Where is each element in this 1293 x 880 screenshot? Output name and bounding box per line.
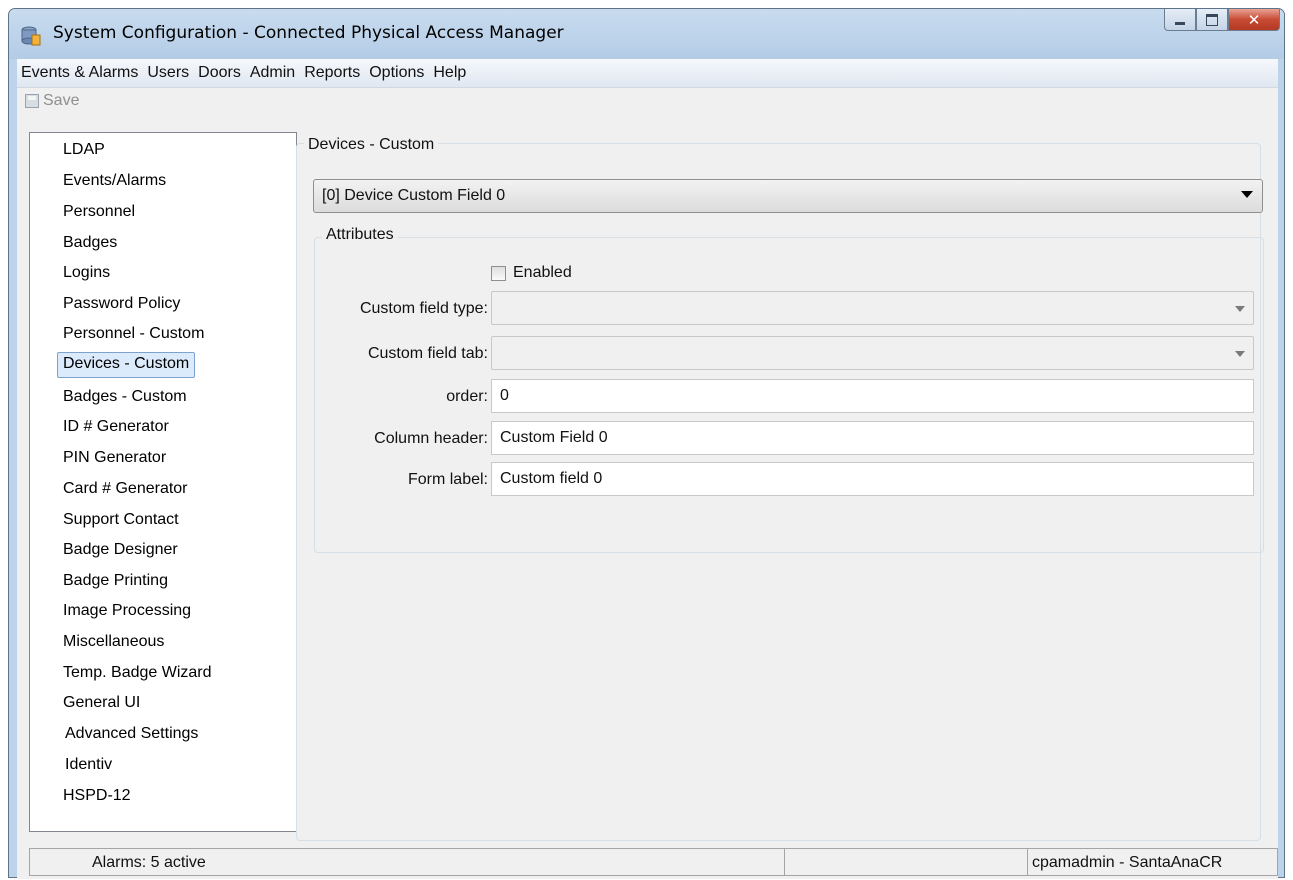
minimize-icon	[1175, 21, 1185, 25]
nav-item-password-policy[interactable]: Password Policy	[63, 292, 180, 316]
app-database-icon	[21, 26, 41, 46]
nav-item-advanced-settings[interactable]: Advanced Settings	[65, 722, 198, 746]
chevron-down-icon	[1235, 351, 1245, 357]
menu-doors[interactable]: Doors	[194, 64, 246, 82]
status-alarms[interactable]: Alarms: 5 active	[29, 848, 785, 876]
nav-item-devices-custom[interactable]: Devices - Custom	[57, 352, 196, 378]
nav-item-pin-generator[interactable]: PIN Generator	[63, 446, 166, 470]
menu-events-alarms[interactable]: Events & Alarms	[17, 64, 143, 82]
nav-item-personnel-custom[interactable]: Personnel - Custom	[63, 322, 204, 346]
config-nav-list: LDAP Events/Alarms Personnel Badges Logi…	[29, 132, 297, 832]
nav-item-id-generator[interactable]: ID # Generator	[63, 415, 169, 439]
custom-field-select[interactable]: [0] Device Custom Field 0	[313, 179, 1263, 213]
chevron-down-icon	[1235, 306, 1245, 312]
window-title: System Configuration - Connected Physica…	[53, 23, 564, 43]
maximize-icon	[1206, 13, 1218, 26]
nav-item-logins[interactable]: Logins	[63, 261, 110, 285]
custom-field-tab-select[interactable]	[491, 336, 1254, 370]
enabled-checkbox-row[interactable]: Enabled	[491, 264, 572, 282]
title-bar: System Configuration - Connected Physica…	[9, 9, 1284, 59]
order-input[interactable]: 0	[491, 379, 1254, 413]
status-user: cpamadmin - SantaAnaCR	[1027, 848, 1278, 876]
form-label-input[interactable]: Custom field 0	[491, 462, 1254, 496]
status-bar: Alarms: 5 active cpamadmin - SantaAnaCR	[29, 848, 1278, 876]
nav-item-events-alarms[interactable]: Events/Alarms	[63, 169, 166, 193]
nav-item-ldap[interactable]: LDAP	[63, 138, 105, 162]
menu-reports[interactable]: Reports	[300, 64, 365, 82]
menu-users[interactable]: Users	[143, 64, 194, 82]
column-header-input[interactable]: Custom Field 0	[491, 421, 1254, 455]
menu-admin[interactable]: Admin	[246, 64, 300, 82]
order-label: order:	[446, 388, 488, 405]
nav-item-temp-badge-wizard[interactable]: Temp. Badge Wizard	[63, 661, 212, 685]
custom-field-tab-label: Custom field tab:	[367, 345, 488, 362]
settings-group-title: Devices - Custom	[304, 136, 439, 154]
menu-help[interactable]: Help	[429, 64, 471, 82]
nav-item-badge-designer[interactable]: Badge Designer	[63, 538, 178, 562]
window-client: Events & Alarms Users Doors Admin Report…	[17, 59, 1278, 879]
nav-item-miscellaneous[interactable]: Miscellaneous	[63, 630, 164, 654]
custom-field-type-label: Custom field type:	[359, 300, 488, 317]
window-controls: ✕	[1164, 9, 1280, 33]
nav-item-support-contact[interactable]: Support Contact	[63, 508, 179, 532]
app-window: System Configuration - Connected Physica…	[8, 8, 1285, 879]
column-header-label: Column header:	[374, 430, 488, 447]
nav-item-general-ui[interactable]: General UI	[63, 691, 140, 715]
nav-item-hspd-12[interactable]: HSPD-12	[63, 784, 131, 808]
floppy-disk-icon	[25, 94, 39, 108]
save-button[interactable]: Save	[25, 92, 79, 110]
enabled-label: Enabled	[513, 264, 572, 281]
minimize-button[interactable]	[1164, 9, 1196, 31]
save-label: Save	[43, 92, 80, 109]
enabled-checkbox[interactable]	[491, 265, 506, 281]
custom-field-type-select[interactable]	[491, 291, 1254, 325]
nav-item-badges-custom[interactable]: Badges - Custom	[63, 385, 187, 409]
close-button[interactable]: ✕	[1228, 9, 1280, 31]
attributes-group-title: Attributes	[322, 226, 398, 244]
nav-item-image-processing[interactable]: Image Processing	[63, 599, 191, 623]
chevron-down-icon	[1241, 191, 1253, 198]
close-icon: ✕	[1247, 10, 1261, 29]
menu-bar: Events & Alarms Users Doors Admin Report…	[17, 59, 1278, 88]
nav-item-card-generator[interactable]: Card # Generator	[63, 477, 188, 501]
form-label-label: Form label:	[407, 471, 488, 488]
status-middle	[784, 848, 1028, 876]
nav-item-badge-printing[interactable]: Badge Printing	[63, 569, 168, 593]
nav-item-personnel[interactable]: Personnel	[63, 200, 135, 224]
menu-options[interactable]: Options	[365, 64, 429, 82]
nav-item-identiv[interactable]: Identiv	[65, 753, 112, 777]
custom-field-select-value: [0] Device Custom Field 0	[322, 187, 506, 204]
maximize-button[interactable]	[1196, 9, 1228, 31]
toolbar: Save	[17, 88, 1278, 114]
nav-item-badges[interactable]: Badges	[63, 231, 117, 255]
